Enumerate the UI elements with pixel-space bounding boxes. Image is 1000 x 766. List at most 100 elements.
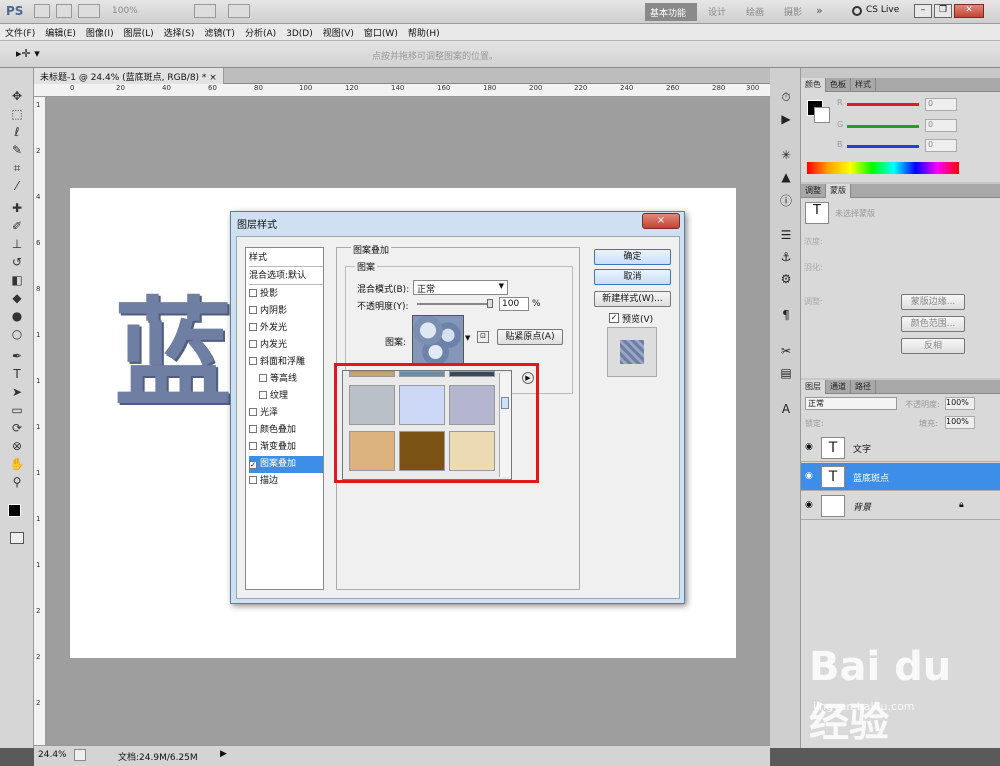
3d-panel-icon[interactable]: ✳ xyxy=(778,148,794,164)
menu-view[interactable]: 视图(V) xyxy=(318,24,359,39)
pattern-tile[interactable] xyxy=(349,431,395,471)
pattern-tile[interactable] xyxy=(449,371,495,377)
quick-select-tool-icon[interactable]: ✎ xyxy=(9,142,25,158)
workspace-photography[interactable]: 摄影 xyxy=(778,3,808,21)
workspace-design[interactable]: 设计 xyxy=(702,3,732,21)
blend-options-item[interactable]: 混合选项:默认 xyxy=(249,268,323,285)
tool-presets-icon[interactable]: ⚙ xyxy=(778,272,794,288)
blur-tool-icon[interactable]: ● xyxy=(9,308,25,324)
menu-3d[interactable]: 3D(D) xyxy=(281,27,318,39)
style-item-bevel[interactable]: 斜面和浮雕 xyxy=(249,354,323,371)
menu-file[interactable]: 文件(F) xyxy=(0,24,40,39)
pattern-tile[interactable] xyxy=(399,385,445,425)
checkbox-icon[interactable] xyxy=(249,289,257,297)
layer-row[interactable]: ◉ 背景 🔒︎ xyxy=(801,492,1000,520)
style-item-color-overlay[interactable]: 颜色叠加 xyxy=(249,422,323,439)
invert-button[interactable]: 反相 xyxy=(901,338,965,354)
document-tab[interactable]: 未标题-1 @ 24.4% (蓝底斑点, RGB/8) * × xyxy=(34,68,224,84)
actions-panel-icon[interactable]: ▶ xyxy=(778,112,794,128)
3d-orbit-icon[interactable]: ⊗ xyxy=(9,438,25,454)
tab-paths[interactable]: 路径 xyxy=(851,380,876,394)
eraser-tool-icon[interactable]: ◧ xyxy=(9,272,25,288)
status-icon[interactable] xyxy=(74,749,86,761)
animation-panel-icon[interactable]: ▤ xyxy=(778,366,794,382)
checkbox-icon[interactable] xyxy=(249,357,257,365)
tab-styles[interactable]: 样式 xyxy=(851,78,876,92)
opacity-input[interactable]: 100 xyxy=(499,297,529,311)
paragraph-panel-icon[interactable]: ¶ xyxy=(778,308,794,324)
opacity-slider-thumb[interactable] xyxy=(487,299,493,308)
visibility-eye-icon[interactable]: ◉ xyxy=(805,471,813,481)
style-item-inner-shadow[interactable]: 内阴影 xyxy=(249,303,323,320)
menu-layer[interactable]: 图层(L) xyxy=(119,24,159,39)
style-item-gradient-overlay[interactable]: 渐变叠加 xyxy=(249,439,323,456)
navigator-panel-icon[interactable]: ▲ xyxy=(778,170,794,186)
checkbox-icon[interactable] xyxy=(249,340,257,348)
checkbox-icon[interactable] xyxy=(259,391,267,399)
status-menu-arrow-icon[interactable]: ▶ xyxy=(220,749,227,759)
style-item-texture[interactable]: 纹理 xyxy=(259,388,323,405)
slider-g[interactable] xyxy=(847,125,919,128)
close-app-button[interactable]: ✕ xyxy=(954,4,984,18)
foreground-color-swatch[interactable] xyxy=(8,504,21,517)
cancel-button[interactable]: 取消 xyxy=(594,269,671,285)
checkbox-icon[interactable] xyxy=(249,476,257,484)
history-panel-icon[interactable]: ⏱ xyxy=(778,90,794,106)
opacity-slider[interactable] xyxy=(417,303,489,305)
eyedropper-tool-icon[interactable]: ⁄ xyxy=(9,178,25,194)
brush-tool-icon[interactable]: ✐ xyxy=(9,218,25,234)
restore-button[interactable]: ❐ xyxy=(934,4,952,18)
clone-source-icon[interactable]: ⚓ xyxy=(778,250,794,266)
style-item-inner-glow[interactable]: 内发光 xyxy=(249,337,323,354)
color-range-button[interactable]: 颜色范围... xyxy=(901,316,965,332)
pattern-thumbnail[interactable] xyxy=(412,315,464,365)
path-select-icon[interactable]: ➤ xyxy=(9,384,25,400)
snap-to-origin-button[interactable]: 贴紧原点(A) xyxy=(497,329,563,345)
healing-brush-icon[interactable]: ✚ xyxy=(9,200,25,216)
info-panel-icon[interactable]: ⓘ xyxy=(778,192,794,208)
checkbox-icon[interactable] xyxy=(249,323,257,331)
shape-tool-icon[interactable]: ▭ xyxy=(9,402,25,418)
pattern-tile[interactable] xyxy=(349,385,395,425)
move-tool-icon[interactable]: ✥ xyxy=(9,88,25,104)
paint-bucket-icon[interactable]: ◆ xyxy=(9,290,25,306)
tab-masks[interactable]: 蒙版 xyxy=(826,184,851,198)
character-panel-icon[interactable]: A xyxy=(778,402,794,418)
bg-color-chip[interactable] xyxy=(814,107,830,123)
brush-panel-icon[interactable]: ✂ xyxy=(778,344,794,360)
picker-menu-icon[interactable]: ▶ xyxy=(522,372,534,384)
checkbox-icon[interactable] xyxy=(249,306,257,314)
dialog-close-button[interactable]: × xyxy=(642,213,680,229)
checkbox-icon[interactable] xyxy=(249,442,257,450)
style-item-contour[interactable]: 等高线 xyxy=(259,371,323,388)
pattern-tile[interactable] xyxy=(449,431,495,471)
checkbox-icon[interactable] xyxy=(249,425,257,433)
pattern-tile[interactable] xyxy=(449,385,495,425)
style-item-stroke[interactable]: 描边 xyxy=(249,473,323,490)
new-style-button[interactable]: 新建样式(W)... xyxy=(594,291,671,307)
picker-scrollbar[interactable] xyxy=(499,373,511,477)
clone-stamp-icon[interactable]: ⊥ xyxy=(9,236,25,252)
pattern-picker-arrow-icon[interactable]: ▼ xyxy=(465,334,470,342)
cslive-icon[interactable] xyxy=(852,6,862,16)
pattern-tile[interactable] xyxy=(399,431,445,471)
picker-scroll-thumb[interactable] xyxy=(501,397,509,409)
checkbox-icon[interactable] xyxy=(259,374,267,382)
value-b[interactable]: 0 xyxy=(925,139,957,152)
close-document-icon[interactable]: × xyxy=(209,73,217,83)
layer-row[interactable]: ◉ T 文字 xyxy=(801,434,1000,462)
workspace-essentials[interactable]: 基本功能 xyxy=(645,3,697,21)
fill-input[interactable]: 100% xyxy=(945,416,975,429)
layer-opacity-input[interactable]: 100% xyxy=(945,397,975,410)
menu-select[interactable]: 选择(S) xyxy=(159,24,200,39)
zoom-level[interactable]: 100% xyxy=(112,6,138,16)
layer-row-selected[interactable]: ◉ T 蓝底斑点 xyxy=(801,463,1000,491)
pattern-tile[interactable] xyxy=(399,371,445,377)
menu-edit[interactable]: 编辑(E) xyxy=(40,24,81,39)
tab-adjustments[interactable]: 调整 xyxy=(801,184,826,198)
visibility-eye-icon[interactable]: ◉ xyxy=(805,500,813,510)
pattern-tile[interactable] xyxy=(349,371,395,377)
tab-layers[interactable]: 图层 xyxy=(801,380,826,394)
layer-blend-mode[interactable]: 正常 xyxy=(805,397,897,410)
screen-mode-icon[interactable] xyxy=(228,4,250,18)
